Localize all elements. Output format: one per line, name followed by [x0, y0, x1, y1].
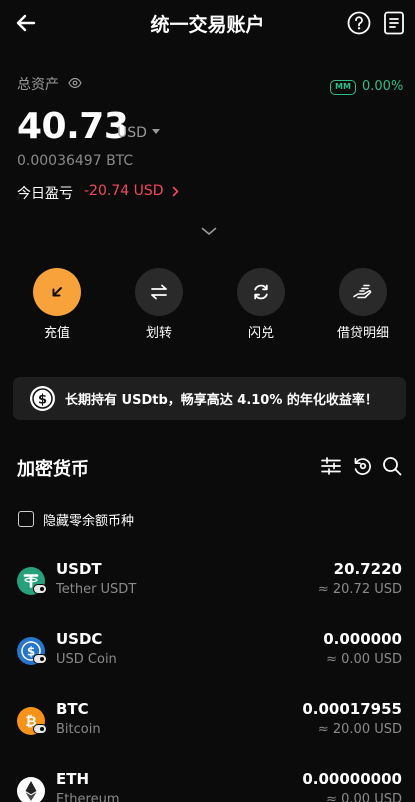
top-bar: 统一交易账户 — [0, 0, 415, 46]
svg-text:$: $ — [38, 393, 47, 408]
total-assets-label: 总资产 — [17, 77, 59, 93]
deposit-label: 充值 — [43, 326, 70, 341]
refresh-target-icon[interactable] — [353, 456, 373, 476]
transfer-arrows-icon — [151, 284, 167, 300]
account-toggle-badge-icon — [33, 724, 47, 734]
chevron-down-icon[interactable] — [201, 227, 217, 236]
asset-row-usdc[interactable]: $ USDC USD Coin 0.000000 ≈ 0.00 USD — [0, 630, 415, 690]
question-circle-icon[interactable] — [347, 11, 371, 35]
eye-icon[interactable] — [68, 77, 82, 89]
today-pnl-value[interactable]: -20.74 USD — [84, 183, 164, 199]
coin-name: Tether USDT — [56, 582, 137, 597]
coin-amount: 0.00000000 — [302, 770, 402, 788]
currency-unit-selector[interactable]: USD — [117, 125, 147, 141]
crypto-section-title: 加密货币 — [17, 459, 89, 480]
asset-row-btc[interactable]: ₿ BTC Bitcoin 0.00017955 ≈ 20.00 USD — [0, 700, 415, 760]
mm-ratio-value: 0.00% — [362, 79, 404, 94]
coin-fiat-value: ≈ 0.00 USD — [326, 652, 402, 667]
convert-label: 闪兑 — [247, 326, 274, 341]
convert-icon-circle — [237, 268, 285, 316]
transfer-label: 划转 — [145, 326, 172, 341]
asset-row-eth[interactable]: ETH Ethereum 0.00000000 ≈ 0.00 USD — [0, 770, 415, 802]
deposit-icon-circle — [33, 268, 81, 316]
coin-fiat-value: ≈ 0.00 USD — [326, 792, 402, 802]
caret-down-icon[interactable] — [152, 129, 160, 135]
convert-cycle-icon — [254, 284, 268, 300]
unified-trading-account-page: 统一交易账户 总资产 MM 0.00% 40.73 USD 0.00036497… — [0, 0, 415, 802]
hide-zero-balance-checkbox[interactable] — [18, 511, 34, 527]
coin-amount: 20.7220 — [333, 560, 402, 578]
loan-details-button[interactable]: 借贷明细 — [323, 268, 403, 342]
coin-symbol: ETH — [56, 770, 90, 788]
sliders-filter-icon[interactable] — [321, 456, 341, 476]
total-assets-value: 40.73 — [17, 106, 129, 147]
coin-name: USD Coin — [56, 652, 117, 667]
deposit-arrow-icon — [52, 287, 62, 297]
coin-name: Bitcoin — [56, 722, 101, 737]
eth-coin-icon — [17, 777, 45, 802]
loan-icon-circle — [339, 268, 387, 316]
btc-equivalent-value: 0.00036497 BTC — [17, 153, 134, 169]
mm-badge: MM — [330, 80, 356, 95]
document-list-icon[interactable] — [383, 11, 405, 35]
convert-button[interactable]: 闪兑 — [221, 268, 301, 342]
usdtb-promo-banner[interactable]: $ 长期持有 USDtb，畅享高达 4.10% 的年化收益率！ — [13, 377, 406, 420]
chevron-right-icon[interactable] — [172, 186, 179, 197]
today-pnl-label: 今日盈亏 — [17, 186, 73, 202]
asset-row-usdt[interactable]: USDT Tether USDT 20.7220 ≈ 20.72 USD — [0, 560, 415, 620]
search-icon[interactable] — [382, 456, 402, 476]
coin-symbol: USDC — [56, 630, 103, 648]
transfer-icon-circle — [135, 268, 183, 316]
transfer-button[interactable]: 划转 — [119, 268, 199, 342]
loan-details-label: 借贷明细 — [336, 326, 389, 341]
loan-hand-icon — [353, 284, 372, 299]
coin-name: Ethereum — [56, 792, 120, 802]
deposit-button[interactable]: 充值 — [17, 268, 97, 342]
coin-symbol: BTC — [56, 700, 89, 718]
account-toggle-badge-icon — [33, 584, 47, 594]
promo-text: 长期持有 USDtb，畅享高达 4.10% 的年化收益率！ — [65, 393, 378, 408]
usdtb-coin-icon: $ — [30, 386, 55, 411]
coin-amount: 0.000000 — [323, 630, 402, 648]
coin-fiat-value: ≈ 20.72 USD — [317, 582, 402, 597]
coin-amount: 0.00017955 — [302, 700, 402, 718]
coin-symbol: USDT — [56, 560, 102, 578]
account-toggle-badge-icon — [33, 654, 47, 664]
hide-zero-balance-label[interactable]: 隐藏零余额币种 — [43, 510, 134, 529]
coin-fiat-value: ≈ 20.00 USD — [317, 722, 402, 737]
